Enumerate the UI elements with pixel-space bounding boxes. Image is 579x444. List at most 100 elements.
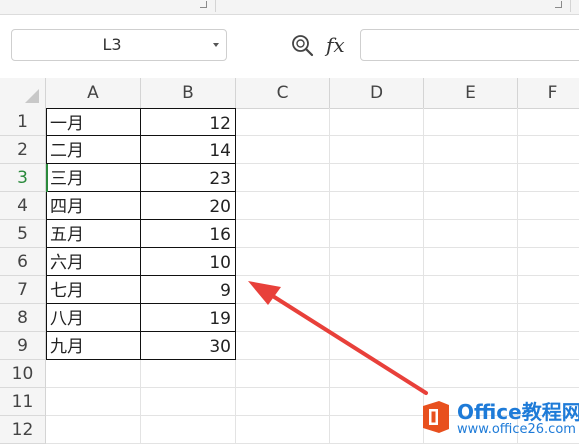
- office-logo-icon: [423, 401, 449, 433]
- toolbar-divider: [570, 0, 571, 12]
- row-header-12[interactable]: 12: [0, 416, 46, 444]
- toolbar-divider: [215, 0, 216, 12]
- cell-c9[interactable]: [236, 332, 330, 360]
- cell-f9[interactable]: [518, 332, 579, 360]
- cell-a8[interactable]: 八月: [46, 304, 141, 332]
- cell-e4[interactable]: [424, 192, 518, 220]
- zoom-icon[interactable]: [290, 33, 316, 59]
- cell-b3[interactable]: 23: [141, 164, 236, 192]
- cell-a7[interactable]: 七月: [46, 276, 141, 304]
- cell-b7[interactable]: 9: [141, 276, 236, 304]
- cell-b4[interactable]: 20: [141, 192, 236, 220]
- cell-a5[interactable]: 五月: [46, 220, 141, 248]
- cell-f4[interactable]: [518, 192, 579, 220]
- column-header-d[interactable]: D: [330, 78, 424, 108]
- cell-b6[interactable]: 10: [141, 248, 236, 276]
- cell-a6[interactable]: 六月: [46, 248, 141, 276]
- row-header-5[interactable]: 5: [0, 220, 46, 248]
- cell-f8[interactable]: [518, 304, 579, 332]
- cell-d8[interactable]: [330, 304, 424, 332]
- cell-b11[interactable]: [141, 388, 236, 416]
- cell-f10[interactable]: [518, 360, 579, 388]
- cell-d4[interactable]: [330, 192, 424, 220]
- cell-c2[interactable]: [236, 136, 330, 164]
- cell-a2[interactable]: 二月: [46, 136, 141, 164]
- cell-d12[interactable]: [330, 416, 424, 444]
- cell-c12[interactable]: [236, 416, 330, 444]
- row-header-11[interactable]: 11: [0, 388, 46, 416]
- dialog-launcher-icon[interactable]: [555, 1, 562, 8]
- fx-icon[interactable]: fx: [326, 31, 354, 59]
- column-header-b[interactable]: B: [141, 78, 236, 108]
- cell-f7[interactable]: [518, 276, 579, 304]
- cell-d10[interactable]: [330, 360, 424, 388]
- cell-c3[interactable]: [236, 164, 330, 192]
- cell-b12[interactable]: [141, 416, 236, 444]
- cell-d3[interactable]: [330, 164, 424, 192]
- cell-e3[interactable]: [424, 164, 518, 192]
- cell-a10[interactable]: [46, 360, 141, 388]
- row-header-3[interactable]: 3: [0, 164, 46, 192]
- row-header-1[interactable]: 1: [0, 108, 46, 136]
- cell-f3[interactable]: [518, 164, 579, 192]
- cell-a9[interactable]: 九月: [46, 332, 141, 360]
- row-header-6[interactable]: 6: [0, 248, 46, 276]
- cell-a4[interactable]: 四月: [46, 192, 141, 220]
- column-header-f[interactable]: F: [518, 78, 579, 108]
- cell-c6[interactable]: [236, 248, 330, 276]
- select-all-button[interactable]: [0, 78, 46, 108]
- cell-e2[interactable]: [424, 136, 518, 164]
- cell-e5[interactable]: [424, 220, 518, 248]
- row-header-7[interactable]: 7: [0, 276, 46, 304]
- cell-f2[interactable]: [518, 136, 579, 164]
- cell-e9[interactable]: [424, 332, 518, 360]
- formula-bar: L3 fx: [0, 15, 579, 77]
- name-box-value[interactable]: L3: [12, 30, 212, 60]
- cell-d6[interactable]: [330, 248, 424, 276]
- cell-a3[interactable]: 三月: [46, 164, 141, 192]
- cell-a12[interactable]: [46, 416, 141, 444]
- cell-d1[interactable]: [330, 108, 424, 136]
- row-header-2[interactable]: 2: [0, 136, 46, 164]
- cell-c5[interactable]: [236, 220, 330, 248]
- column-header-e[interactable]: E: [424, 78, 518, 108]
- cell-e10[interactable]: [424, 360, 518, 388]
- cell-d5[interactable]: [330, 220, 424, 248]
- cell-b8[interactable]: 19: [141, 304, 236, 332]
- row-header-8[interactable]: 8: [0, 304, 46, 332]
- cell-b9[interactable]: 30: [141, 332, 236, 360]
- column-header-a[interactable]: A: [46, 78, 141, 108]
- cell-c1[interactable]: [236, 108, 330, 136]
- cell-c7[interactable]: [236, 276, 330, 304]
- cell-d11[interactable]: [330, 388, 424, 416]
- cell-f1[interactable]: [518, 108, 579, 136]
- cell-a1[interactable]: 一月: [46, 108, 141, 136]
- cell-d9[interactable]: [330, 332, 424, 360]
- cell-b10[interactable]: [141, 360, 236, 388]
- cell-e7[interactable]: [424, 276, 518, 304]
- row-header-9[interactable]: 9: [0, 332, 46, 360]
- cell-c11[interactable]: [236, 388, 330, 416]
- cell-c8[interactable]: [236, 304, 330, 332]
- cell-a11[interactable]: [46, 388, 141, 416]
- formula-input[interactable]: [360, 29, 579, 61]
- cell-b5[interactable]: 16: [141, 220, 236, 248]
- cell-b2[interactable]: 14: [141, 136, 236, 164]
- cell-c10[interactable]: [236, 360, 330, 388]
- cell-f5[interactable]: [518, 220, 579, 248]
- cell-e8[interactable]: [424, 304, 518, 332]
- toolbar-strip: [0, 0, 579, 15]
- cell-e6[interactable]: [424, 248, 518, 276]
- row-header-4[interactable]: 4: [0, 192, 46, 220]
- cell-f6[interactable]: [518, 248, 579, 276]
- row-header-10[interactable]: 10: [0, 360, 46, 388]
- name-box[interactable]: L3: [11, 29, 227, 61]
- cell-d2[interactable]: [330, 136, 424, 164]
- cell-b1[interactable]: 12: [141, 108, 236, 136]
- column-header-c[interactable]: C: [236, 78, 330, 108]
- dialog-launcher-icon[interactable]: [200, 1, 207, 8]
- chevron-down-icon[interactable]: [213, 43, 219, 47]
- cell-d7[interactable]: [330, 276, 424, 304]
- cell-c4[interactable]: [236, 192, 330, 220]
- cell-e1[interactable]: [424, 108, 518, 136]
